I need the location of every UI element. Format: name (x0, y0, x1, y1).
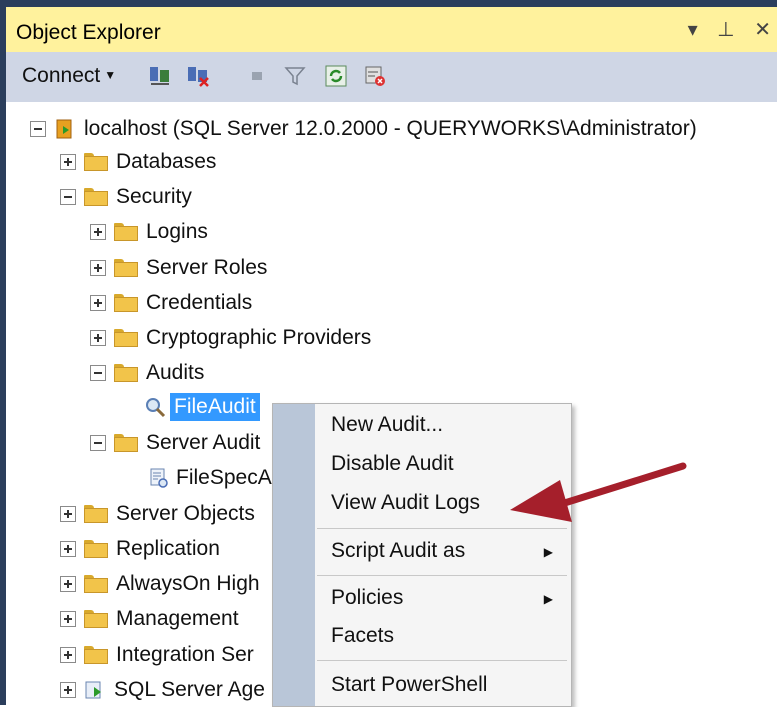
object-explorer-window: Object Explorer ▾ ⊥ ✕ Connect ▼ localhos… (0, 0, 777, 707)
annotation-arrow-icon (510, 462, 687, 522)
